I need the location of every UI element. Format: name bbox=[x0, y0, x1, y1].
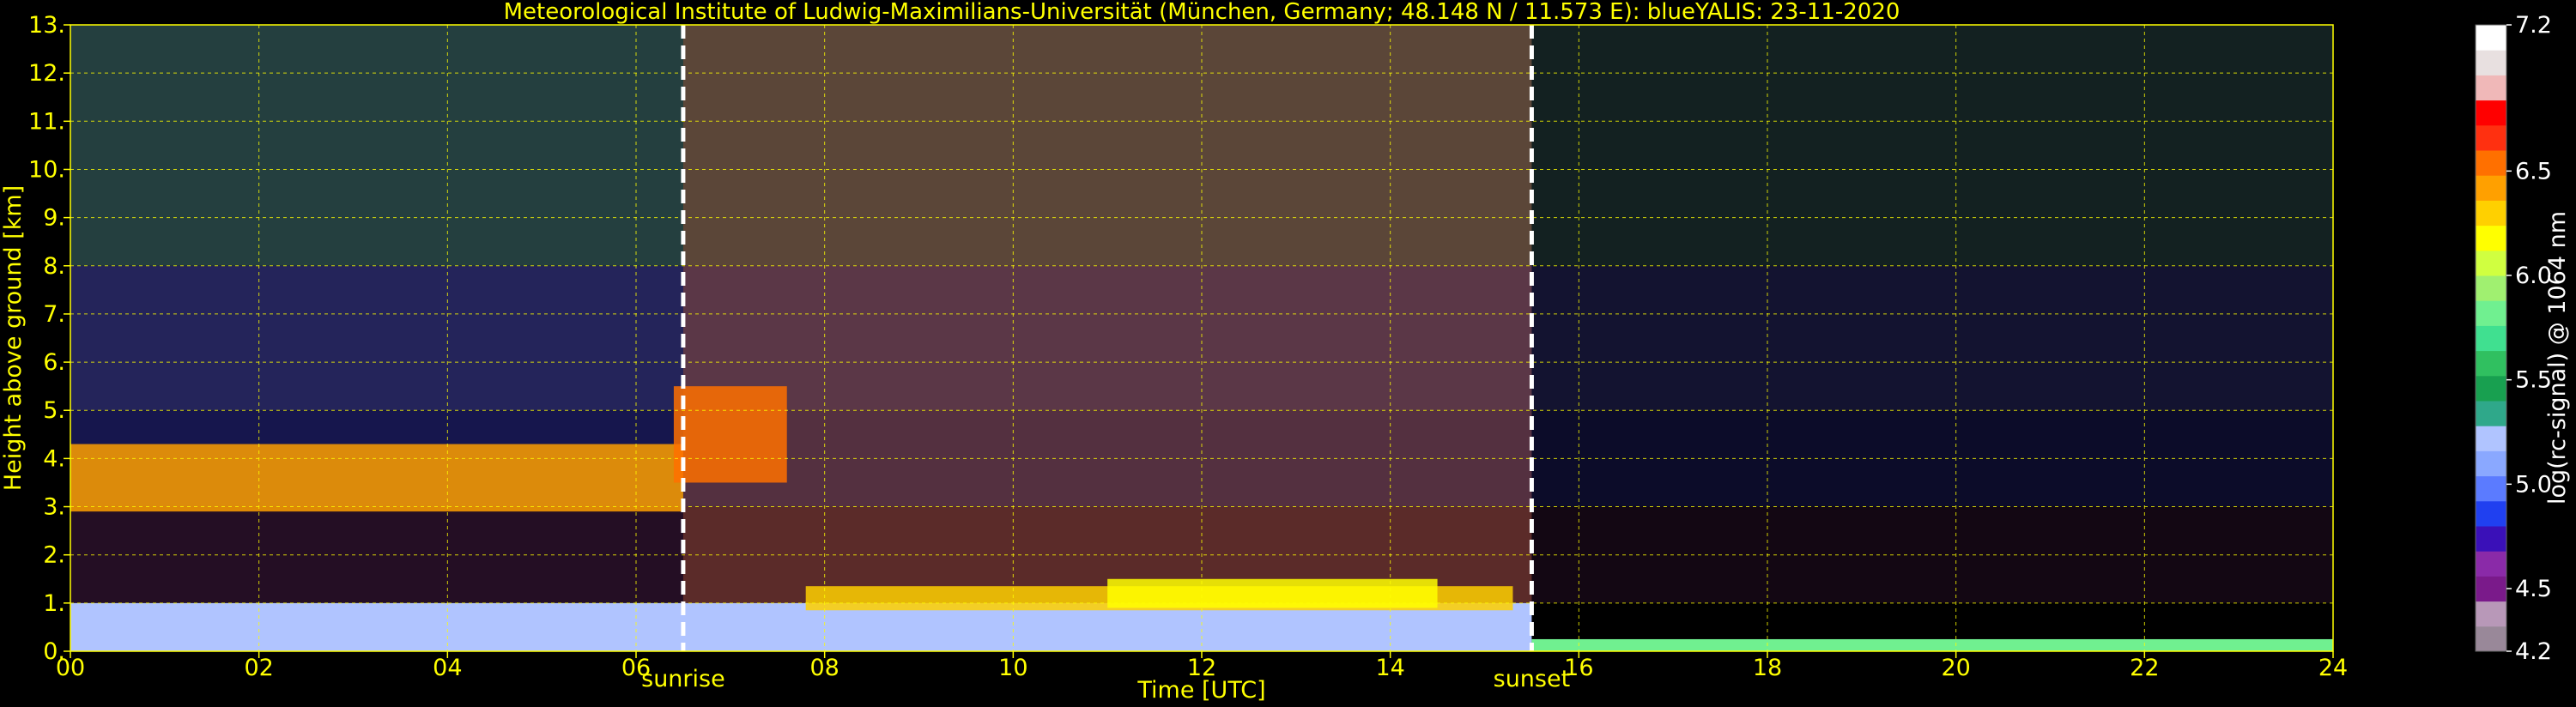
cloud-layer-0 bbox=[70, 444, 683, 512]
colorbar-segment-16 bbox=[2476, 225, 2506, 251]
colorbar-segment-22 bbox=[2476, 75, 2506, 101]
colorbar-segment-2 bbox=[2476, 576, 2506, 602]
colorbar-segment-20 bbox=[2476, 124, 2506, 151]
plot-area bbox=[70, 24, 2334, 652]
x-tick-label-4: 04 bbox=[433, 655, 462, 681]
y-tick-label-2: 2. bbox=[43, 542, 65, 569]
colorbar-segment-1 bbox=[2476, 601, 2506, 627]
y-tick-label-8: 8. bbox=[43, 253, 65, 280]
noise-band-night-0 bbox=[1531, 25, 2333, 266]
colorbar-segment-6 bbox=[2476, 475, 2506, 502]
y-tick-label-9: 9. bbox=[43, 205, 65, 232]
y-tick-label-1: 1. bbox=[43, 590, 65, 617]
colorbar-tick-label-6: 7.2 bbox=[2515, 12, 2552, 39]
y-tick-label-6: 6. bbox=[43, 349, 65, 376]
colorbar bbox=[2475, 24, 2507, 652]
colorbar-segment-10 bbox=[2476, 375, 2506, 402]
colorbar-segment-13 bbox=[2476, 300, 2506, 326]
noise-band-night-1 bbox=[1531, 265, 2333, 411]
y-tick-label-12: 12. bbox=[28, 60, 65, 87]
y-tick-label-7: 7. bbox=[43, 301, 65, 328]
y-tick-label-13: 13. bbox=[28, 12, 65, 39]
colorbar-segment-21 bbox=[2476, 100, 2506, 126]
colorbar-segment-8 bbox=[2476, 426, 2506, 451]
x-axis-label: Time [UTC] bbox=[1136, 677, 1265, 704]
lidar-chart: Meteorological Institute of Ludwig-Maxim… bbox=[0, 0, 2576, 707]
y-tick-label-3: 3. bbox=[43, 494, 65, 521]
y-axis-label: Height above ground [km] bbox=[0, 185, 27, 491]
boundary-layer-1 bbox=[1531, 638, 2333, 651]
colorbar-segment-4 bbox=[2476, 526, 2506, 552]
x-tick-label-10: 10 bbox=[998, 655, 1027, 681]
y-tick-label-4: 4. bbox=[43, 445, 65, 472]
y-tick-label-5: 5. bbox=[43, 397, 65, 424]
colorbar-segment-19 bbox=[2476, 150, 2506, 176]
colorbar-segment-24 bbox=[2476, 25, 2506, 51]
colorbar-segment-7 bbox=[2476, 450, 2506, 477]
signal-bands bbox=[70, 25, 2333, 651]
colorbar-segment-23 bbox=[2476, 50, 2506, 76]
colorbar-segment-14 bbox=[2476, 275, 2506, 301]
colorbar-tick-label-0: 4.2 bbox=[2515, 638, 2552, 665]
cloud-layer-1 bbox=[673, 386, 787, 483]
colorbar-tick-label-1: 4.5 bbox=[2515, 576, 2552, 602]
colorbar-segment-3 bbox=[2476, 551, 2506, 577]
y-tick-label-10: 10. bbox=[28, 156, 65, 183]
x-tick-label-20: 20 bbox=[1941, 655, 1970, 681]
y-tick-label-0: 0. bbox=[43, 638, 65, 665]
colorbar-label: log(rc-signal) @ 1064 nm bbox=[2544, 211, 2571, 505]
colorbar-segment-18 bbox=[2476, 175, 2506, 201]
colorbar-segment-17 bbox=[2476, 200, 2506, 227]
x-tick-label-24: 24 bbox=[2318, 655, 2348, 681]
sunrise-label: sunrise bbox=[641, 666, 725, 692]
colorbar-segment-0 bbox=[2476, 625, 2506, 652]
y-tick-label-11: 11. bbox=[28, 108, 65, 135]
x-tick-label-14: 14 bbox=[1375, 655, 1404, 681]
colorbar-segment-12 bbox=[2476, 325, 2506, 352]
colorbar-segment-11 bbox=[2476, 350, 2506, 377]
chart-title: Meteorological Institute of Ludwig-Maxim… bbox=[504, 0, 1900, 25]
sunset-label: sunset bbox=[1494, 666, 1571, 692]
x-tick-label-2: 02 bbox=[244, 655, 273, 681]
colorbar-segment-9 bbox=[2476, 401, 2506, 426]
colorbar-tick-label-5: 6.5 bbox=[2515, 158, 2552, 184]
x-tick-label-22: 22 bbox=[2130, 655, 2159, 681]
colorbar-segment-5 bbox=[2476, 500, 2506, 527]
x-tick-label-18: 18 bbox=[1753, 655, 1782, 681]
cloud-layer-3 bbox=[1107, 578, 1438, 608]
x-tick-label-8: 08 bbox=[809, 655, 839, 681]
colorbar-segment-15 bbox=[2476, 250, 2506, 276]
